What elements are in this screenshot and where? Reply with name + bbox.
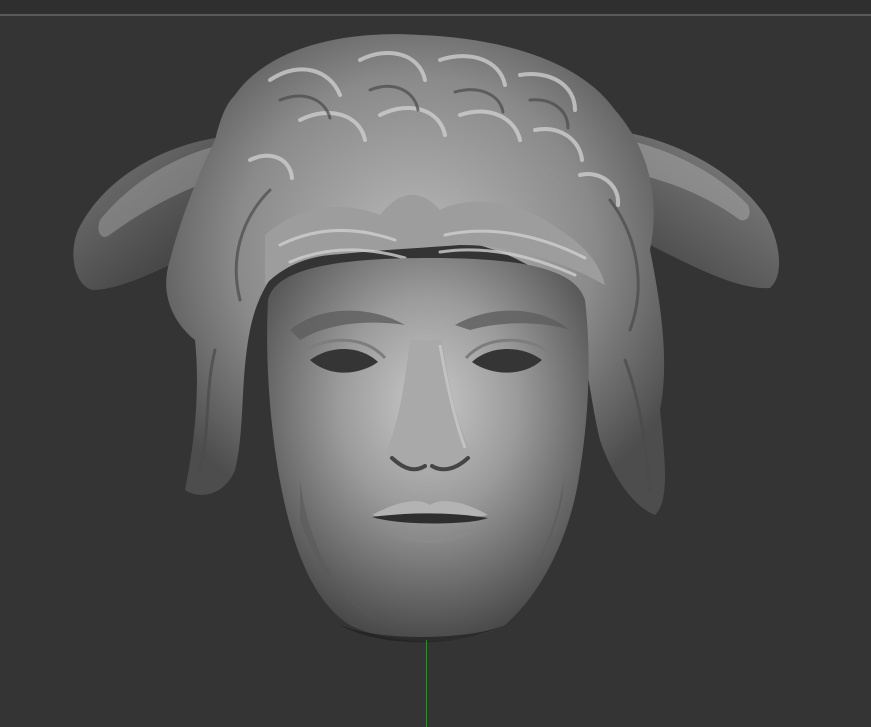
- face: [267, 258, 589, 643]
- green-axis-line: [426, 640, 427, 727]
- 3d-viewport[interactable]: [0, 0, 871, 727]
- sculpted-head-model[interactable]: [0, 0, 871, 727]
